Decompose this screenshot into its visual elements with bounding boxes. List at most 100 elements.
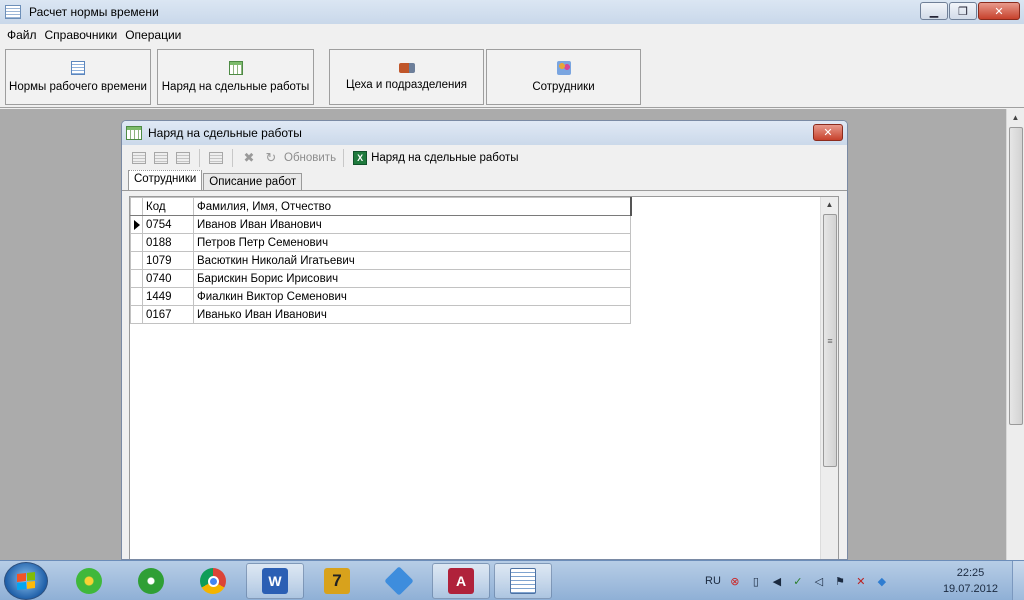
cell-name[interactable]: Иванов Иван Иванович: [193, 215, 631, 234]
tab-employees[interactable]: Сотрудники: [128, 170, 203, 190]
report-button[interactable]: Наряд на сдельные работы: [371, 152, 518, 164]
truck-icon: [398, 63, 415, 73]
dropbox-icon: [384, 566, 414, 596]
dropbox-tray-icon[interactable]: ◆: [875, 574, 889, 588]
taskbar: W 7 A RU ⊗ ▯ ◀ ✓ ◁ ⚑ ✕ ◆ 22:25 19.07.201…: [0, 560, 1024, 600]
add-record-icon[interactable]: [130, 150, 148, 166]
departments-button[interactable]: Цеха и подразделения: [329, 49, 484, 105]
refresh-icon[interactable]: ↻: [262, 150, 280, 166]
table-row[interactable]: 0167 Иванько Иван Иванович: [130, 305, 631, 324]
minimize-button[interactable]: ▁: [920, 2, 948, 20]
edit-record-icon[interactable]: [152, 150, 170, 166]
row-selector[interactable]: [130, 215, 143, 234]
employees-button[interactable]: Сотрудники: [486, 49, 641, 105]
cell-code[interactable]: 0754: [142, 215, 194, 234]
table-icon: [126, 126, 142, 140]
action-center-flag-icon[interactable]: ⚑: [833, 574, 847, 588]
child-window-title: Наряд на сдельные работы: [148, 126, 302, 140]
grid-header-row: Код Фамилия, Имя, Отчество: [130, 197, 632, 216]
main-vertical-scrollbar[interactable]: ▲: [1006, 109, 1024, 560]
clock-time: 22:25: [956, 567, 985, 579]
cell-code[interactable]: 0740: [142, 269, 194, 288]
employees-grid[interactable]: Код Фамилия, Имя, Отчество 0754 Иванов И…: [129, 196, 839, 559]
close-button[interactable]: ✕: [978, 2, 1020, 20]
battery-icon[interactable]: ▯: [749, 574, 763, 588]
column-header-name[interactable]: Фамилия, Имя, Отчество: [193, 197, 632, 216]
toolbar-separator: [232, 149, 233, 167]
column-header-code[interactable]: Код: [142, 197, 194, 216]
volume-icon[interactable]: ◁: [812, 574, 826, 588]
language-indicator[interactable]: RU: [705, 575, 721, 587]
cell-code[interactable]: 0167: [142, 305, 194, 324]
taskbar-icq[interactable]: [60, 563, 118, 599]
menu-directories[interactable]: Справочники: [41, 28, 122, 42]
departments-label: Цеха и подразделения: [345, 79, 468, 91]
show-desktop-button[interactable]: [1012, 561, 1024, 600]
row-header-corner: [130, 197, 143, 216]
word-icon: W: [262, 568, 288, 594]
excel-icon: X: [353, 151, 368, 165]
scroll-up-arrow-icon[interactable]: ▲: [821, 197, 838, 213]
network-disconnected-icon[interactable]: ✕: [854, 574, 868, 588]
taskbar-network-app[interactable]: [122, 563, 180, 599]
open-record-icon[interactable]: [207, 150, 225, 166]
piecework-order-window: Наряд на сдельные работы ✕ ✖ ↻ Обновить …: [121, 120, 848, 560]
table-row[interactable]: 0740 Барискин Борис Ирисович: [130, 269, 631, 288]
row-selector[interactable]: [130, 233, 143, 252]
toolbar-separator: [343, 149, 345, 167]
table-row[interactable]: 0754 Иванов Иван Иванович: [130, 215, 631, 234]
restore-button[interactable]: ❐: [949, 2, 977, 20]
tab-strip: Сотрудники Описание работ: [122, 170, 847, 191]
tab-work-description[interactable]: Описание работ: [203, 173, 303, 190]
menu-operations[interactable]: Операции: [121, 28, 185, 42]
row-selector[interactable]: [130, 269, 143, 288]
start-button[interactable]: [4, 562, 48, 600]
taskbar-access[interactable]: A: [432, 563, 490, 599]
work-time-norms-button[interactable]: Нормы рабочего времени: [5, 49, 151, 105]
row-selector[interactable]: [130, 305, 143, 324]
main-toolbar: Нормы рабочего времени Наряд на сдельные…: [0, 46, 1024, 108]
system-tray: RU ⊗ ▯ ◀ ✓ ◁ ⚑ ✕ ◆: [705, 561, 889, 600]
grid-vertical-scrollbar[interactable]: ▲ ≡: [820, 197, 838, 559]
table-icon: [228, 61, 243, 75]
cell-name[interactable]: Иванько Иван Иванович: [193, 305, 631, 324]
row-selector[interactable]: [130, 251, 143, 270]
taskbar-dropbox[interactable]: [370, 563, 428, 599]
child-close-button[interactable]: ✕: [813, 124, 843, 141]
piecework-order-button[interactable]: Наряд на сдельные работы: [157, 49, 314, 105]
delete-icon[interactable]: ✖: [240, 150, 258, 166]
refresh-button[interactable]: Обновить: [284, 152, 336, 164]
cell-name[interactable]: Петров Петр Семенович: [193, 233, 631, 252]
row-selector[interactable]: [130, 287, 143, 306]
taskbar-7zip[interactable]: 7: [308, 563, 366, 599]
scroll-up-arrow-icon[interactable]: ▲: [1007, 109, 1024, 126]
antivirus-icon[interactable]: ⊗: [728, 574, 742, 588]
security-shield-icon[interactable]: ✓: [791, 574, 805, 588]
icq-flower-icon: [76, 568, 102, 594]
taskbar-table-app[interactable]: [494, 563, 552, 599]
work-time-norms-label: Нормы рабочего времени: [9, 81, 147, 93]
menu-file[interactable]: Файл: [3, 28, 41, 42]
cell-code[interactable]: 1449: [142, 287, 194, 306]
cell-code[interactable]: 1079: [142, 251, 194, 270]
speaker-icon[interactable]: ◀: [770, 574, 784, 588]
taskbar-word[interactable]: W: [246, 563, 304, 599]
access-icon: A: [448, 568, 474, 594]
cell-name[interactable]: Барискин Борис Ирисович: [193, 269, 631, 288]
network-signal-icon: [138, 568, 164, 594]
taskbar-chrome[interactable]: [184, 563, 242, 599]
clock[interactable]: 22:25 19.07.2012: [943, 565, 998, 597]
cell-code[interactable]: 0188: [142, 233, 194, 252]
people-icon: [556, 61, 571, 75]
cell-name[interactable]: Васюткин Николай Игатьевич: [193, 251, 631, 270]
copy-record-icon[interactable]: [174, 150, 192, 166]
current-row-pointer-icon: [134, 219, 140, 230]
table-row[interactable]: 0188 Петров Петр Семенович: [130, 233, 631, 252]
cell-name[interactable]: Фиалкин Виктор Семенович: [193, 287, 631, 306]
scroll-thumb[interactable]: [1009, 127, 1023, 425]
scroll-thumb[interactable]: ≡: [823, 214, 837, 467]
employees-label: Сотрудники: [532, 81, 595, 93]
table-row[interactable]: 1079 Васюткин Николай Игатьевич: [130, 251, 631, 270]
app-icon: [5, 5, 21, 19]
table-row[interactable]: 1449 Фиалкин Виктор Семенович: [130, 287, 631, 306]
